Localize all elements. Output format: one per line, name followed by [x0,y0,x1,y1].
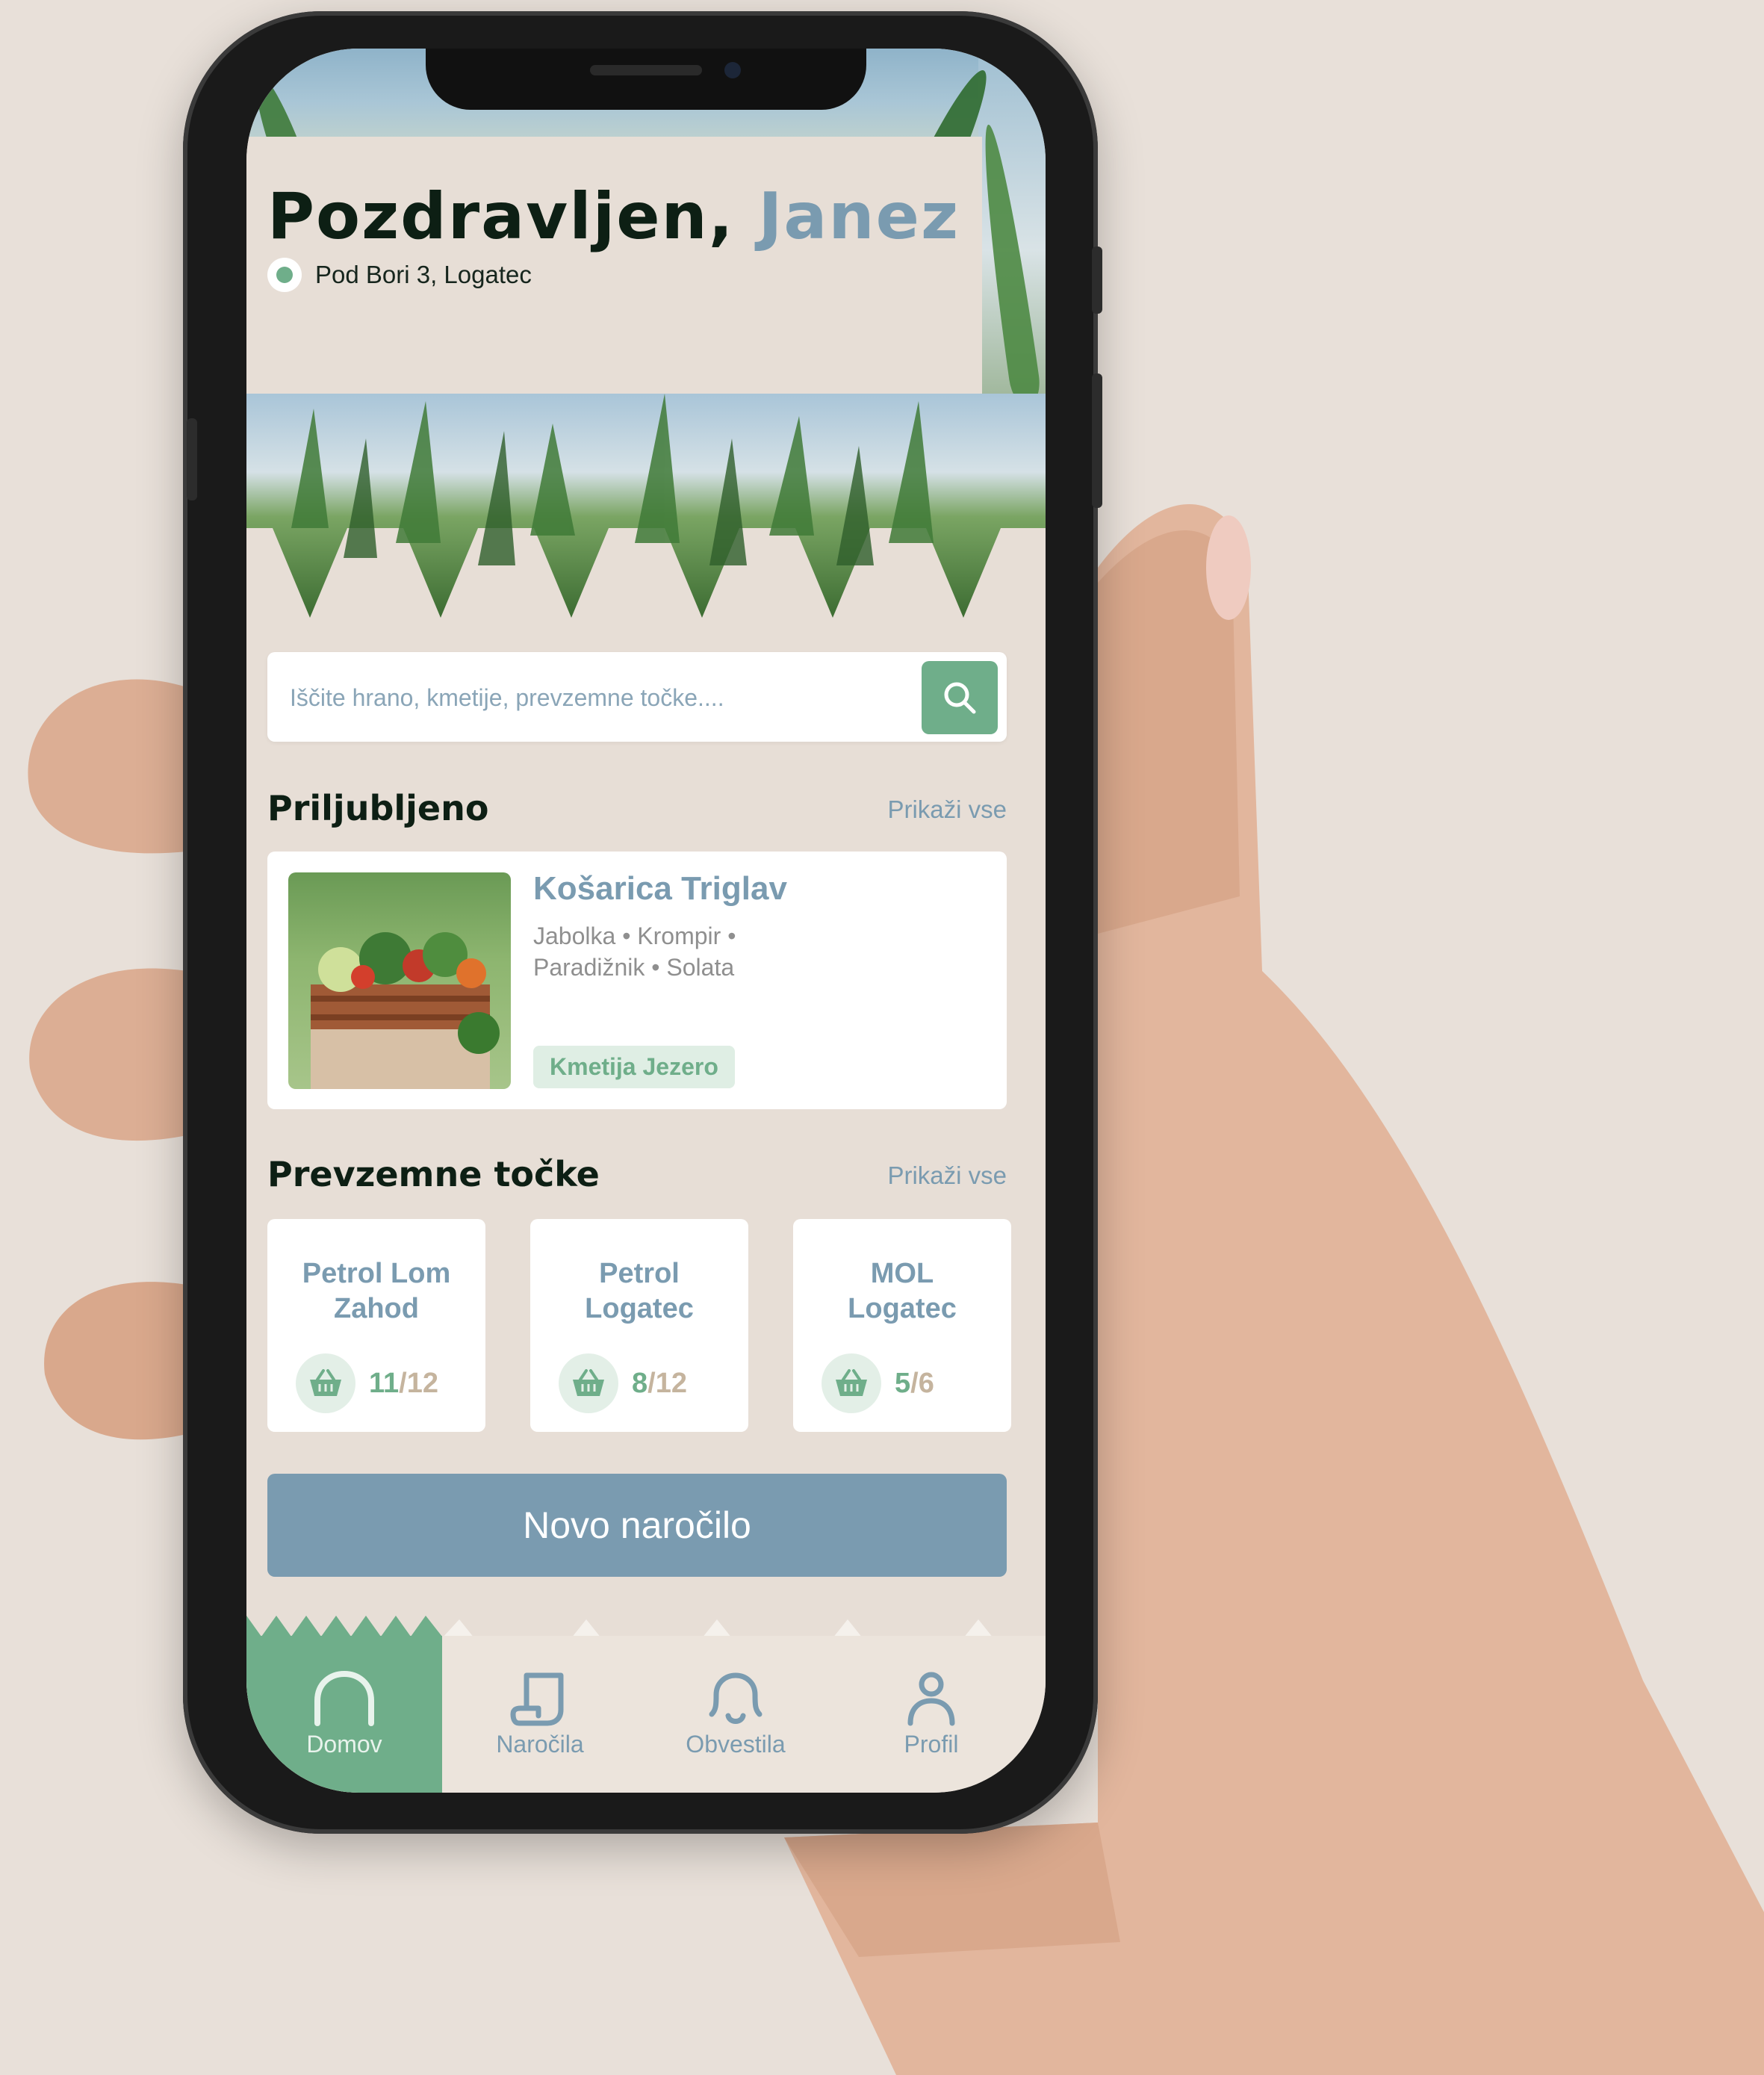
total-count: /12 [647,1367,687,1399]
new-order-button[interactable]: Novo naročilo [267,1474,1007,1577]
nav-label: Profil [904,1730,959,1758]
pickup-point-name: Petrol Logatec [585,1258,694,1324]
available-count: 5 [895,1367,911,1399]
user-name: Janez [758,179,960,254]
basket-icon [296,1353,355,1413]
pickup-points-show-all-link[interactable]: Prikaži vse [887,1161,1007,1190]
nav-label: Naročila [496,1730,584,1758]
location-row[interactable]: Pod Bori 3, Logatec [267,258,532,292]
search-bar [267,652,1007,742]
basket-icon [822,1353,881,1413]
search-button[interactable] [922,661,998,734]
search-icon [944,682,976,714]
pickup-point-card[interactable]: Petrol Logatec 8/12 [530,1219,748,1432]
bell-icon [709,1672,763,1724]
total-count: /12 [399,1367,438,1399]
pickup-point-name: MOL Logatec [848,1258,957,1324]
nav-item-home[interactable]: Domov [246,1636,442,1793]
phone-side-button [1092,373,1102,508]
pickup-point-stock: 5/6 [822,1353,934,1413]
pickup-point-stock: 11/12 [296,1353,438,1413]
favorite-name: Košarica Triglav [533,870,787,907]
field-photo-band [246,394,1046,618]
scroll-icon [510,1672,564,1725]
farm-badge[interactable]: Kmetija Jezero [533,1046,735,1088]
nav-item-notifications[interactable]: Obvestila [638,1636,833,1793]
phone-side-button [1092,246,1102,314]
phone-side-button [187,418,197,500]
available-count: 8 [632,1367,648,1399]
nav-label: Domov [306,1730,382,1758]
favorite-contents: Jabolka • Krompir • Paradižnik • Solata [533,922,736,981]
total-count: /6 [910,1367,934,1399]
greeting-prefix: Pozdravljen, [267,179,735,254]
pickup-point-card[interactable]: Petrol Lom Zahod 11/12 [267,1219,485,1432]
bottom-navigation: Domov Naročila Obvestila Profil [246,1636,1046,1793]
phone-notch [426,49,866,110]
location-address: Pod Bori 3, Logatec [315,261,532,288]
search-input[interactable] [288,674,889,721]
favorites-title: Priljubljeno [267,788,489,828]
home-icon [314,1670,374,1726]
available-count: 11 [369,1367,400,1399]
favorites-show-all-link[interactable]: Prikaži vse [887,795,1007,824]
nav-zigzag-edge [246,1616,1046,1638]
favorite-card[interactable]: Košarica Triglav Jabolka • Krompir • Par… [267,852,1007,1109]
pickup-point-name: Petrol Lom Zahod [302,1258,451,1324]
pickup-points-title: Prevzemne točke [267,1154,600,1194]
produce-crate-image [288,872,511,1089]
nav-item-profile[interactable]: Profil [833,1636,1029,1793]
basket-icon [559,1353,618,1413]
app-screen: Pozdravljen, Janez Pod Bori 3, Logatec I… [246,49,1046,1793]
greeting-title: Pozdravljen, Janez [267,179,960,254]
nav-label: Obvestila [686,1730,786,1758]
location-icon [267,258,302,292]
front-camera [724,62,741,78]
nav-item-orders[interactable]: Naročila [442,1636,638,1793]
pickup-point-stock: 8/12 [559,1353,687,1413]
speaker-grill [590,65,702,75]
pickup-point-card[interactable]: MOL Logatec 5/6 [793,1219,1011,1432]
user-icon [907,1672,955,1725]
